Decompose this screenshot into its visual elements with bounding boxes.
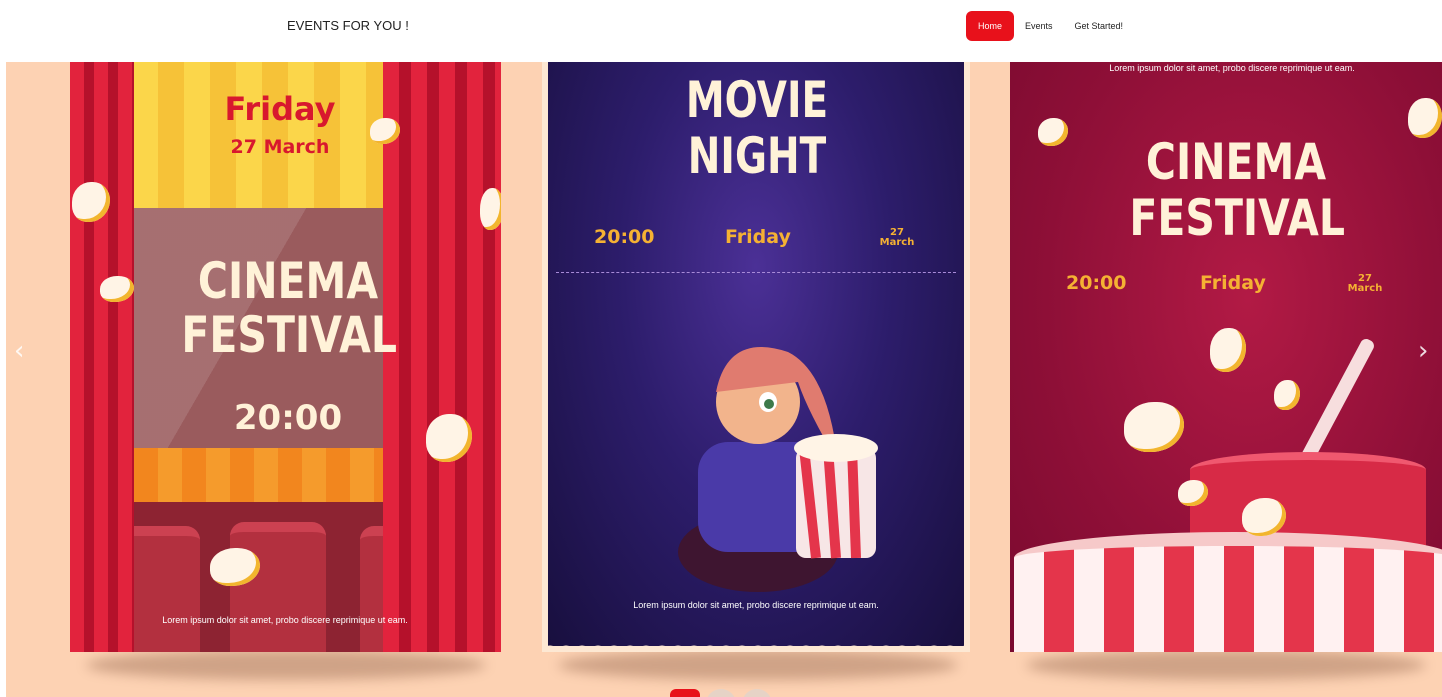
date-month: March [879, 237, 915, 248]
popcorn-icon [1038, 118, 1068, 146]
poster-day: Friday [224, 90, 336, 128]
title-line: FESTIVAL [1129, 189, 1345, 247]
popcorn-icon [480, 188, 501, 230]
chevron-left-icon[interactable]: ‹ [14, 336, 24, 366]
carousel-indicators [670, 689, 772, 697]
popcorn-icon [1408, 98, 1442, 138]
carousel-indicator-2[interactable] [706, 689, 736, 697]
stamp-edge-left [542, 62, 552, 652]
poster-cinema-festival-1[interactable]: Friday 27 March CINEMA FESTIVAL 20:00 Lo… [70, 62, 501, 652]
ticket-divider [556, 272, 956, 273]
title-line: MOVIE [685, 71, 829, 129]
nav-home-link[interactable]: Home [966, 11, 1015, 41]
title-line: CINEMA [197, 252, 379, 310]
popcorn-icon [1274, 380, 1300, 410]
poster-date: 27 March [230, 136, 330, 158]
nav-events-link[interactable]: Events [1014, 11, 1064, 41]
chevron-right-icon[interactable]: › [1418, 336, 1428, 366]
brand-title[interactable]: EVENTS FOR YOU ! [287, 18, 409, 33]
poster-date: 27 March [872, 228, 922, 248]
poster-cinema-festival-2[interactable]: Lorem ipsum dolor sit amet, probo discer… [1010, 62, 1442, 652]
poster-date: 27 March [1340, 274, 1390, 294]
poster-shadow [1026, 650, 1426, 680]
girl-with-popcorn-illustration [678, 347, 878, 592]
main-nav: Home Events Get Started! [966, 11, 1134, 41]
stamp-edge-bottom [542, 638, 970, 652]
popcorn-bucket [1014, 532, 1442, 652]
poster-movie-night[interactable]: MOVIE NIGHT 20:00 Friday 27 March Lorem … [542, 62, 970, 652]
drink-straw [1297, 336, 1377, 468]
poster-caption: Lorem ipsum dolor sit amet, probo discer… [1109, 63, 1355, 73]
navbar: EVENTS FOR YOU ! Home Events Get Started… [0, 0, 1442, 62]
seat-icon [230, 522, 326, 652]
poster-title: CINEMA FESTIVAL [1129, 133, 1345, 247]
title-line: FESTIVAL [181, 306, 397, 364]
poster-time: 20:00 [233, 398, 343, 438]
nav-get-started-link[interactable]: Get Started! [1064, 11, 1135, 41]
poster-time: 20:00 [594, 226, 655, 248]
poster-caption: Lorem ipsum dolor sit amet, probo discer… [633, 600, 879, 610]
title-line: CINEMA [1145, 133, 1327, 191]
carousel-indicator-1[interactable] [670, 689, 700, 697]
popcorn-icon [1124, 402, 1184, 452]
poster-time: 20:00 [1066, 272, 1127, 294]
poster-title: CINEMA FESTIVAL [181, 252, 397, 364]
event-carousel: Friday 27 March CINEMA FESTIVAL 20:00 Lo… [6, 62, 1442, 697]
poster-shadow [558, 650, 958, 680]
carousel-indicator-3[interactable] [742, 689, 772, 697]
title-line: NIGHT [687, 127, 827, 185]
poster-day: Friday [1200, 272, 1266, 294]
poster-day: Friday [725, 226, 791, 248]
poster-caption: Lorem ipsum dolor sit amet, probo discer… [162, 615, 408, 625]
popcorn-icon [1210, 328, 1246, 372]
stamp-edge-right [960, 62, 970, 652]
date-month: March [1347, 283, 1383, 294]
poster-shadow [86, 650, 486, 680]
poster-title: MOVIE NIGHT [660, 72, 855, 184]
